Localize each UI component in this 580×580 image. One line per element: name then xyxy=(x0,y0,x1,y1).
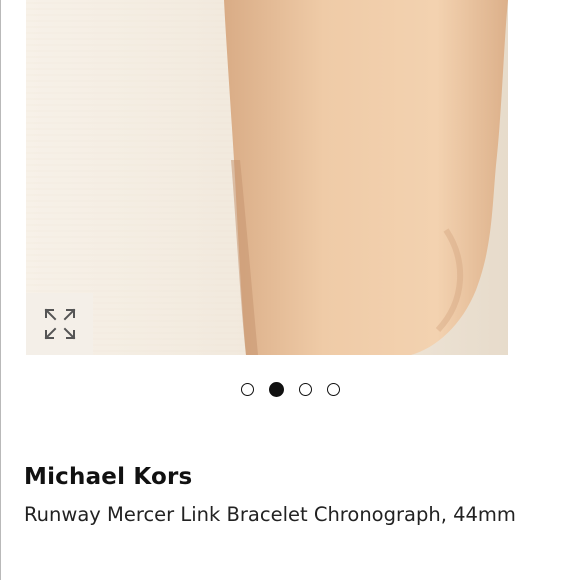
product-image[interactable] xyxy=(26,0,540,355)
product-photo xyxy=(26,0,540,355)
carousel-pagination xyxy=(0,380,580,398)
left-divider xyxy=(0,0,1,580)
carousel-dot-1[interactable] xyxy=(240,382,254,396)
expand-image-button[interactable] xyxy=(26,293,93,355)
expand-arrows-icon xyxy=(44,308,75,340)
carousel-dot-3[interactable] xyxy=(298,382,312,396)
carousel-dot-4[interactable] xyxy=(326,382,340,396)
product-brand[interactable]: Michael Kors xyxy=(24,462,192,492)
carousel-dot-2-active[interactable] xyxy=(268,381,284,397)
product-name: Runway Mercer Link Bracelet Chronograph,… xyxy=(24,503,516,526)
product-page: Michael Kors Runway Mercer Link Bracelet… xyxy=(0,0,580,580)
